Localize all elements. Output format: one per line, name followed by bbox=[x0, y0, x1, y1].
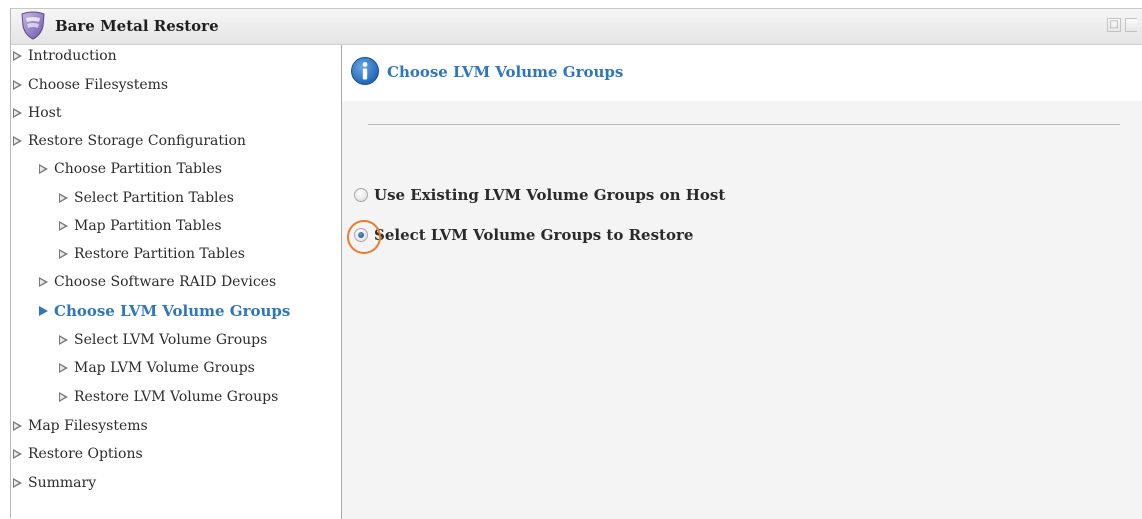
title-bar: Bare Metal Restore □ bbox=[11, 9, 1142, 45]
triangle-right-icon bbox=[13, 449, 22, 459]
triangle-right-icon bbox=[39, 164, 48, 174]
nav-item-restore-options[interactable]: Restore Options bbox=[13, 443, 143, 465]
nav-item-restore-partition-tables[interactable]: Restore Partition Tables bbox=[59, 243, 245, 265]
nav-item-choose-partition-tables[interactable]: Choose Partition Tables bbox=[39, 158, 222, 180]
nav-item-label: Summary bbox=[28, 475, 97, 491]
triangle-right-icon bbox=[13, 108, 22, 118]
option-select-lvm-to-restore[interactable]: Select LVM Volume Groups to Restore bbox=[347, 220, 694, 254]
nav-item-label: Choose Software RAID Devices bbox=[54, 274, 277, 290]
nav-item-label: Select LVM Volume Groups bbox=[74, 332, 268, 348]
page-title: Choose LVM Volume Groups bbox=[387, 63, 624, 81]
nav-item-label: Choose Filesystems bbox=[28, 77, 169, 93]
radio-wrapper bbox=[347, 220, 381, 254]
triangle-right-icon bbox=[59, 249, 68, 259]
triangle-right-icon bbox=[59, 193, 68, 203]
nav-item-label: Restore Partition Tables bbox=[74, 246, 245, 262]
triangle-right-icon bbox=[39, 306, 48, 316]
nav-item-restore-storage-configuration[interactable]: Restore Storage Configuration bbox=[13, 130, 246, 152]
window-title: Bare Metal Restore bbox=[55, 17, 219, 35]
triangle-right-icon bbox=[13, 421, 22, 431]
restore-icon[interactable]: □ bbox=[1107, 18, 1121, 32]
option-use-existing-lvm[interactable]: Use Existing LVM Volume Groups on Host bbox=[354, 184, 725, 206]
nav-item-select-lvm-volume-groups[interactable]: Select LVM Volume Groups bbox=[59, 329, 267, 351]
nav-item-host[interactable]: Host bbox=[13, 102, 61, 124]
close-icon[interactable] bbox=[1125, 18, 1137, 32]
nav-item-label: Map Partition Tables bbox=[74, 218, 222, 234]
triangle-right-icon bbox=[59, 221, 68, 231]
nav-item-label: Map LVM Volume Groups bbox=[74, 360, 255, 376]
triangle-right-icon bbox=[59, 363, 68, 373]
nav-item-map-filesystems[interactable]: Map Filesystems bbox=[13, 415, 148, 437]
nav-item-label: Introduction bbox=[28, 48, 117, 64]
info-icon bbox=[350, 56, 380, 86]
radio-button-unchecked[interactable] bbox=[354, 188, 368, 202]
nav-item-introduction[interactable]: Introduction bbox=[13, 45, 117, 67]
nav-item-map-lvm-volume-groups[interactable]: Map LVM Volume Groups bbox=[59, 357, 255, 379]
nav-item-choose-lvm-volume-groups[interactable]: Choose LVM Volume Groups bbox=[39, 300, 290, 322]
nav-item-label: Restore LVM Volume Groups bbox=[74, 389, 279, 405]
wizard-navigation: Introduction Choose Filesystems Host Res… bbox=[11, 45, 342, 519]
bare-metal-restore-window: Bare Metal Restore □ Introduction Choose… bbox=[10, 8, 1142, 519]
nav-item-label: Host bbox=[28, 105, 62, 121]
nav-item-label: Restore Storage Configuration bbox=[28, 133, 246, 149]
triangle-right-icon bbox=[13, 51, 22, 61]
nav-item-restore-lvm-volume-groups[interactable]: Restore LVM Volume Groups bbox=[59, 386, 278, 408]
triangle-right-icon bbox=[39, 277, 48, 287]
nav-item-label: Select Partition Tables bbox=[74, 190, 234, 206]
shield-icon bbox=[19, 11, 47, 41]
triangle-right-icon bbox=[59, 335, 68, 345]
nav-item-label: Restore Options bbox=[28, 446, 143, 462]
nav-item-choose-software-raid-devices[interactable]: Choose Software RAID Devices bbox=[39, 271, 276, 293]
nav-item-summary[interactable]: Summary bbox=[13, 472, 96, 494]
nav-item-choose-filesystems[interactable]: Choose Filesystems bbox=[13, 74, 168, 96]
triangle-right-icon bbox=[13, 80, 22, 90]
nav-item-label: Map Filesystems bbox=[28, 418, 148, 434]
divider bbox=[368, 124, 1120, 125]
triangle-right-icon bbox=[13, 136, 22, 146]
main-panel: Choose LVM Volume Groups Use Existing LV… bbox=[342, 45, 1142, 519]
triangle-right-icon bbox=[59, 392, 68, 402]
triangle-right-icon bbox=[13, 478, 22, 488]
nav-item-map-partition-tables[interactable]: Map Partition Tables bbox=[59, 215, 222, 237]
page-header: Choose LVM Volume Groups bbox=[342, 45, 1142, 101]
option-label: Select LVM Volume Groups to Restore bbox=[374, 226, 694, 244]
nav-item-label: Choose Partition Tables bbox=[54, 161, 222, 177]
nav-item-label: Choose LVM Volume Groups bbox=[54, 302, 291, 320]
nav-item-select-partition-tables[interactable]: Select Partition Tables bbox=[59, 187, 234, 209]
content-area: Use Existing LVM Volume Groups on Host S… bbox=[342, 101, 1142, 519]
option-label: Use Existing LVM Volume Groups on Host bbox=[374, 186, 726, 204]
radio-button-checked[interactable] bbox=[354, 228, 368, 242]
